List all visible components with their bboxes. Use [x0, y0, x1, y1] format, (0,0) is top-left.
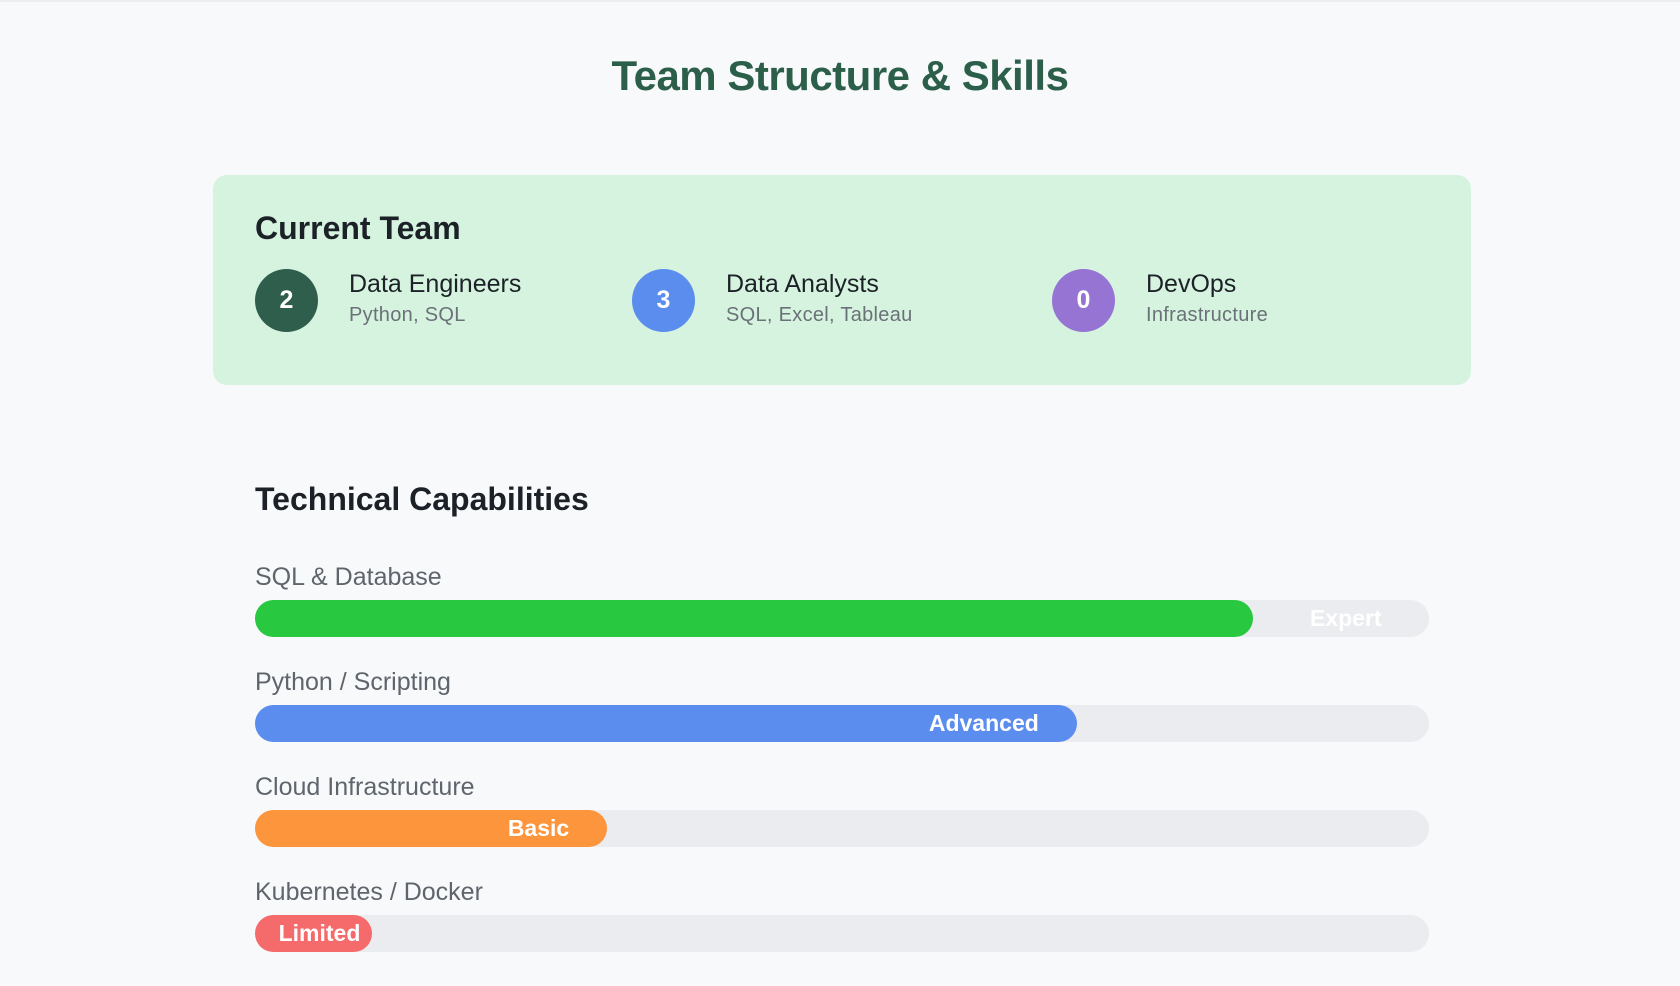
- member-text: DevOps Infrastructure: [1146, 268, 1268, 327]
- capability-sql-database: SQL & Database Expert: [255, 560, 1429, 665]
- capability-python-scripting: Python / Scripting Advanced: [255, 665, 1429, 770]
- member-skills: Python, SQL: [349, 304, 466, 326]
- capability-fill: Basic: [255, 810, 608, 847]
- capability-label: Kubernetes / Docker: [255, 878, 483, 906]
- technical-capabilities-heading: Technical Capabilities: [255, 481, 589, 517]
- capability-level: Basic: [507, 815, 570, 841]
- member-count-badge: 2: [255, 269, 318, 332]
- capability-level: Advanced: [928, 710, 1039, 736]
- capability-track: Advanced: [255, 705, 1429, 742]
- current-team-card: Current Team 2 Data Engineers Python, SQ…: [213, 175, 1471, 385]
- capability-label: Cloud Infrastructure: [255, 773, 475, 801]
- member-count-badge: 3: [632, 269, 695, 332]
- page: Team Structure & Skills Current Team 2 D…: [0, 0, 1680, 986]
- current-team-heading: Current Team: [255, 210, 461, 246]
- member-role: DevOps: [1146, 270, 1237, 298]
- capability-track: Limited: [255, 915, 1429, 952]
- capability-cloud-infrastructure: Cloud Infrastructure Basic: [255, 770, 1429, 875]
- member-text: Data Analysts SQL, Excel, Tableau: [726, 268, 913, 327]
- member-skills: SQL, Excel, Tableau: [726, 304, 913, 326]
- team-member-data-analysts: 3 Data Analysts SQL, Excel, Tableau: [632, 269, 913, 332]
- capability-track: Basic: [255, 810, 1429, 847]
- member-role: Data Engineers: [349, 270, 522, 298]
- capabilities-list: SQL & Database Expert Python / Scripting…: [255, 560, 1429, 980]
- capability-fill: Limited: [255, 915, 373, 952]
- team-members: 2 Data Engineers Python, SQL 3 Data Anal…: [255, 269, 1429, 339]
- capability-label: SQL & Database: [255, 563, 442, 591]
- page-title: Team Structure & Skills: [611, 52, 1069, 99]
- capability-level: Limited: [278, 920, 361, 946]
- capability-kubernetes-docker: Kubernetes / Docker Limited: [255, 875, 1429, 980]
- member-role: Data Analysts: [726, 270, 879, 298]
- capability-level: Expert: [1310, 605, 1382, 631]
- member-text: Data Engineers Python, SQL: [349, 268, 521, 327]
- team-member-devops: 0 DevOps Infrastructure: [1052, 269, 1268, 332]
- capability-track: Expert: [255, 600, 1429, 637]
- capability-fill: [255, 600, 1253, 637]
- capability-label: Python / Scripting: [255, 668, 451, 696]
- team-member-data-engineers: 2 Data Engineers Python, SQL: [255, 269, 521, 332]
- member-skills: Infrastructure: [1146, 304, 1269, 326]
- member-count-badge: 0: [1052, 269, 1115, 332]
- capability-fill: Advanced: [255, 705, 1077, 742]
